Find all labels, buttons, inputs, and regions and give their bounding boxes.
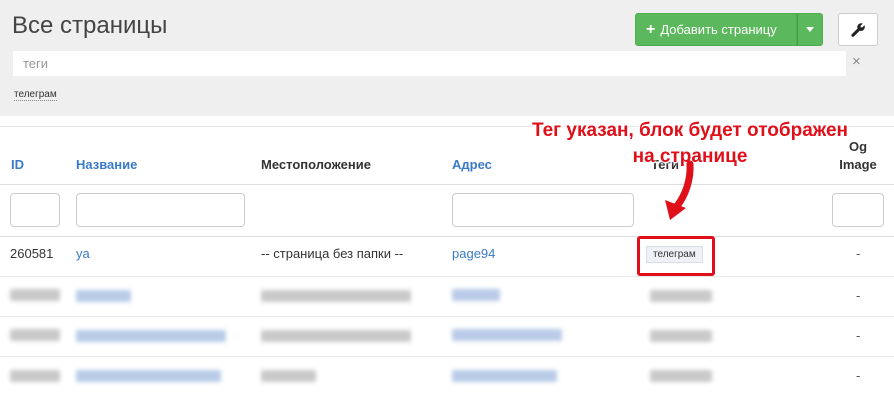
row3-og: - (856, 328, 861, 343)
add-page-label: Добавить страницу (660, 22, 777, 37)
arrow-icon (665, 160, 694, 220)
filter-separator (0, 236, 894, 237)
blurred-id (10, 289, 60, 301)
tag-highlight-box (637, 236, 715, 276)
add-page-button-group: + Добавить страницу (635, 13, 823, 46)
row-separator (0, 276, 894, 277)
blurred-tag (650, 290, 712, 302)
row4-og: - (856, 368, 861, 383)
settings-button[interactable] (838, 13, 878, 46)
filter-name-input[interactable] (76, 193, 245, 227)
header-panel: Все страницы + Добавить страницу теги × … (0, 0, 894, 116)
tag-search-input[interactable]: теги (12, 50, 847, 77)
wrench-icon (851, 22, 865, 37)
column-header-name[interactable]: Название (76, 157, 137, 172)
blurred-name (76, 370, 221, 382)
blurred-location (261, 290, 411, 302)
close-icon[interactable]: × (852, 53, 861, 70)
blurred-tag (650, 370, 712, 382)
blurred-address (452, 370, 557, 382)
blurred-id (10, 370, 60, 382)
filter-id-input[interactable] (10, 193, 60, 227)
column-header-id[interactable]: ID (11, 157, 24, 172)
row1-name-link[interactable]: ya (76, 246, 90, 261)
active-tag-chip[interactable]: телеграм (14, 89, 57, 101)
blurred-address (452, 289, 500, 301)
column-header-location: Местоположение (261, 157, 371, 172)
row-separator (0, 316, 894, 317)
header-separator (0, 184, 894, 185)
blurred-location (261, 370, 316, 382)
blurred-name (76, 330, 226, 342)
annotation-line-1: Тег указан, блок будет отображен (531, 120, 849, 141)
row1-address-link[interactable]: page94 (452, 246, 495, 261)
plus-icon: + (646, 20, 656, 38)
filter-address-input[interactable] (452, 193, 634, 227)
row-separator (0, 356, 894, 357)
blurred-id (10, 329, 60, 341)
add-page-button[interactable]: + Добавить страницу (635, 13, 797, 46)
filter-og-input[interactable] (832, 193, 884, 227)
blurred-address (452, 329, 562, 341)
column-header-address[interactable]: Адрес (452, 157, 492, 172)
blurred-name (76, 290, 131, 302)
blurred-location (261, 330, 411, 342)
add-page-dropdown-toggle[interactable] (797, 13, 823, 46)
row2-og: - (856, 288, 861, 303)
row1-id: 260581 (10, 246, 54, 261)
row1-location: -- страница без папки -- (261, 246, 404, 261)
blurred-tag (650, 330, 712, 342)
page-title: Все страницы (12, 12, 168, 39)
row1-og: - (856, 246, 861, 261)
caret-down-icon (806, 27, 814, 32)
